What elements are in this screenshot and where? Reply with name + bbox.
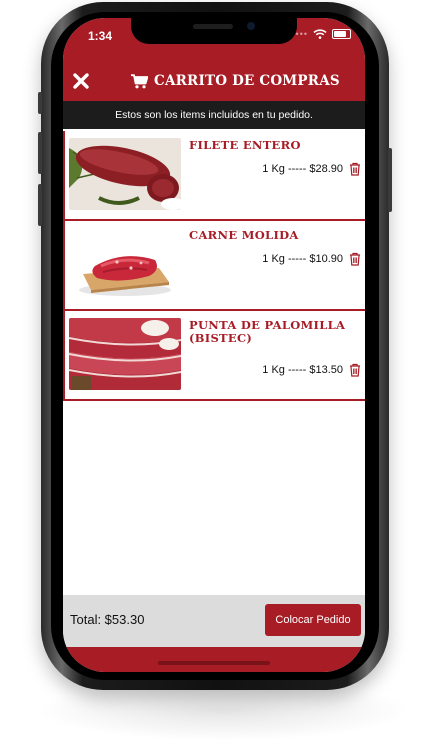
cart-total: Total: $53.30 (70, 612, 145, 627)
status-icons: •••• (291, 29, 351, 39)
item-price-line: 1 Kg ----- $28.90 (262, 162, 361, 176)
delete-item-button[interactable] (349, 363, 361, 377)
beef-tenderloin-photo (69, 138, 181, 210)
page-title: CARRITO DE COMPRAS (131, 71, 340, 91)
trash-icon (350, 363, 360, 377)
cart-item: PUNTA DE PALOMILLA (BISTEC) 1 Kg ----- $… (63, 311, 365, 401)
volume-up-button (38, 132, 42, 174)
item-image-carne-molida (69, 228, 181, 300)
item-name: CARNE MOLIDA (189, 228, 299, 242)
power-button (388, 148, 392, 212)
item-name: FILETE ENTERO (189, 138, 301, 152)
item-price-text: 1 Kg ----- $10.90 (262, 253, 343, 265)
cart-list: FILETE ENTERO 1 Kg ----- $28.90 CARNE MO… (63, 131, 365, 401)
bottom-bar (63, 647, 365, 672)
cart-item: FILETE ENTERO 1 Kg ----- $28.90 (63, 131, 365, 221)
ground-beef-photo (69, 228, 181, 300)
trash-icon (350, 162, 360, 176)
sliced-steak-photo (69, 318, 181, 390)
info-banner-text: Estos son los items incluidos en tu pedi… (115, 109, 313, 121)
volume-down-button (38, 184, 42, 226)
speaker-grille (193, 24, 233, 29)
info-banner: Estos son los items incluidos en tu pedi… (63, 101, 365, 129)
notch (131, 18, 297, 44)
item-price-text: 1 Kg ----- $28.90 (262, 163, 343, 175)
item-price-line: 1 Kg ----- $10.90 (262, 252, 361, 266)
mute-switch (38, 92, 42, 114)
shopping-cart-icon (131, 73, 148, 88)
app-screen: 1:34 •••• CARRITO DE COMPRAS Estos son l… (63, 18, 365, 672)
place-order-button[interactable]: Colocar Pedido (265, 604, 361, 636)
app-header: 1:34 •••• CARRITO DE COMPRAS (63, 18, 365, 101)
item-image-filete (69, 138, 181, 210)
home-indicator[interactable] (158, 661, 270, 665)
front-camera (247, 22, 255, 30)
wifi-icon (313, 29, 327, 39)
status-time: 1:34 (88, 29, 113, 43)
trash-icon (350, 252, 360, 266)
close-icon (73, 73, 89, 89)
cart-footer: Total: $53.30 Colocar Pedido (63, 595, 365, 647)
page-title-text: CARRITO DE COMPRAS (154, 73, 340, 89)
delete-item-button[interactable] (349, 252, 361, 266)
item-name: PUNTA DE PALOMILLA (BISTEC) (189, 318, 346, 345)
item-price-text: 1 Kg ----- $13.50 (262, 364, 343, 376)
item-image-palomilla (69, 318, 181, 390)
close-button[interactable] (71, 71, 91, 91)
cart-item: CARNE MOLIDA 1 Kg ----- $10.90 (63, 221, 365, 311)
delete-item-button[interactable] (349, 162, 361, 176)
item-price-line: 1 Kg ----- $13.50 (262, 363, 361, 377)
battery-icon (332, 29, 351, 39)
